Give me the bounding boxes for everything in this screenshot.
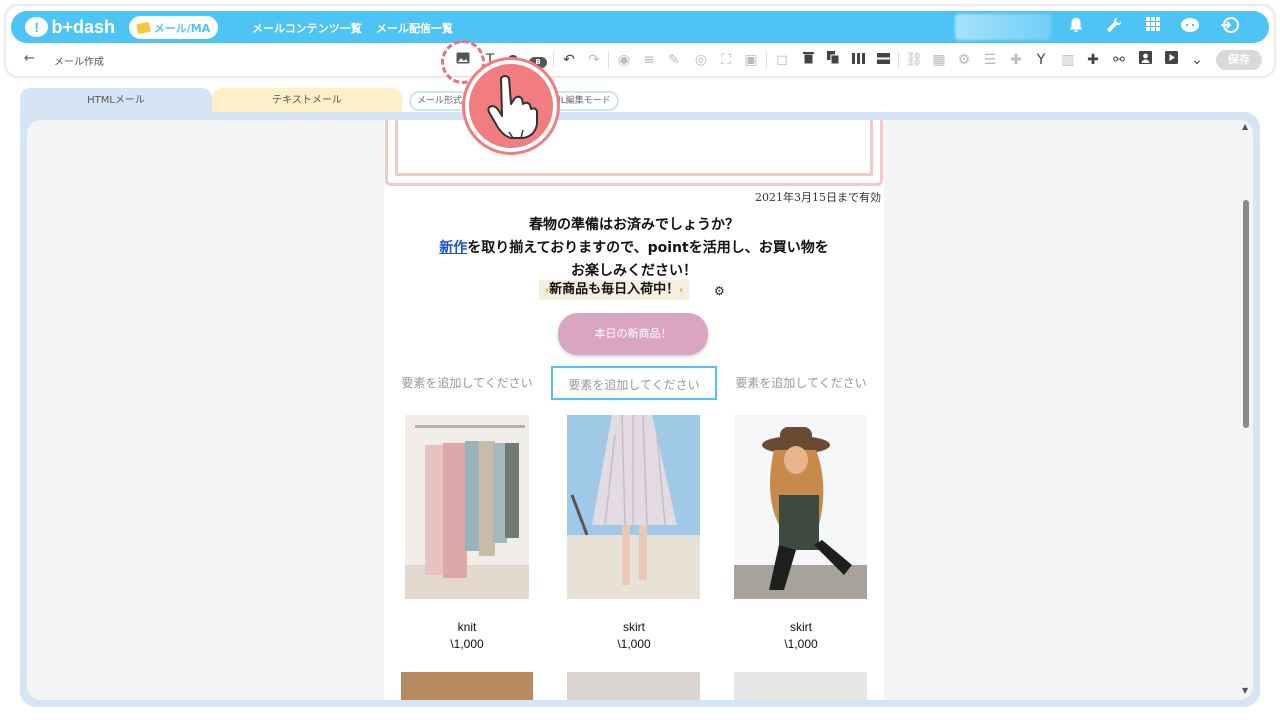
scroll-up-arrow-icon[interactable]: ▲ xyxy=(1242,122,1248,131)
trash-icon[interactable] xyxy=(798,50,818,70)
toolbar-divider xyxy=(608,52,609,68)
editor-canvas: 2021年3月15日まで有効 春物の準備はお済みでしょうか？ 新作を取り揃えてお… xyxy=(27,120,1253,700)
chevron-left-icon: ‹ xyxy=(679,285,684,296)
chevron-down-icon[interactable]: ⌄ xyxy=(1187,50,1207,70)
product-image-row2[interactable] xyxy=(734,672,867,700)
align-icon[interactable]: ≡ xyxy=(639,50,659,70)
scroll-down-arrow-icon[interactable]: ▼ xyxy=(1242,686,1248,695)
profile-card-icon[interactable] xyxy=(1135,50,1155,70)
copy-frame-icon[interactable]: ◻ xyxy=(772,50,792,70)
database-icon[interactable]: ☰ xyxy=(980,50,1000,70)
product-name: skirt xyxy=(623,620,645,634)
columns-icon[interactable] xyxy=(848,50,868,70)
gear-icon[interactable]: ⚙ xyxy=(714,284,725,298)
logout-icon[interactable] xyxy=(1218,16,1240,38)
add-element-placeholder[interactable]: 要素を追加してください xyxy=(718,366,884,400)
link-icon[interactable]: ⛓ xyxy=(904,50,924,70)
email-preview: 2021年3月15日まで有効 春物の準備はお済みでしょうか？ 新作を取り揃えてお… xyxy=(384,120,884,700)
valid-until-text: 2021年3月15日まで有効 xyxy=(755,191,881,204)
product-image-skirt[interactable] xyxy=(567,415,700,599)
user-info-blurred[interactable] xyxy=(955,14,1051,40)
toolbar-divider xyxy=(898,52,899,68)
add-element-placeholder-selected[interactable]: 要素を追加してください xyxy=(551,366,717,400)
tab-text-mail[interactable]: テキストメール xyxy=(212,88,402,114)
vertical-scrollbar[interactable]: ▲ ▼ xyxy=(1239,120,1253,700)
scroll-thumb[interactable] xyxy=(1243,200,1249,428)
play-icon[interactable] xyxy=(1161,50,1181,70)
undo-icon[interactable]: ↶ xyxy=(559,50,579,70)
add-note-icon[interactable]: ✚ xyxy=(1006,50,1026,70)
branch-icon[interactable]: Y xyxy=(1031,50,1051,70)
product-price: \1,000 xyxy=(617,637,651,651)
sub-headline[interactable]: ›新商品も毎日入荷中！‹ xyxy=(539,280,690,300)
product-image-knit[interactable] xyxy=(405,415,529,599)
calendar-icon[interactable]: ▦ xyxy=(929,50,949,70)
headline-line-2: 新作を取り揃えておりますので、pointを活用し、お買い物を xyxy=(384,237,884,257)
logo-icon: ! xyxy=(25,17,49,37)
header-bar: ! b+dash メール/MA メールコンテンツ一覧 メール配信一覧 xyxy=(11,11,1269,43)
header-image-frame[interactable] xyxy=(385,120,883,186)
support-chat-icon[interactable] xyxy=(1179,16,1201,38)
target-icon[interactable]: ◎ xyxy=(691,50,711,70)
logo-text: b+dash xyxy=(51,16,115,37)
pointing-hand-icon xyxy=(465,60,557,152)
wrench-icon[interactable] xyxy=(1103,16,1125,38)
fullscreen-icon[interactable]: ⛶ xyxy=(716,50,736,70)
product-image-skirt-2[interactable] xyxy=(734,415,867,599)
product-image-row2[interactable] xyxy=(567,672,700,700)
apps-grid-icon[interactable] xyxy=(1142,16,1164,38)
product-price: \1,000 xyxy=(450,637,484,651)
editor-frame: 2021年3月15日まで有効 春物の準備はお済みでしょうか？ 新作を取り揃えてお… xyxy=(20,112,1260,707)
sub-headline-text: 新商品も毎日入荷中！ xyxy=(549,282,680,297)
duplicate-icon[interactable] xyxy=(823,50,843,70)
headline-line-3: お楽しみください！ xyxy=(571,263,697,279)
palette-icon[interactable]: ◉ xyxy=(614,50,634,70)
app-window: ! b+dash メール/MA メールコンテンツ一覧 メール配信一覧 ← メール… xyxy=(0,0,1280,720)
link-settings-icon[interactable]: ⚯ xyxy=(1109,50,1129,70)
cta-button[interactable]: 本日の新商品！ xyxy=(558,313,708,355)
bell-icon[interactable] xyxy=(1065,16,1087,38)
product-image-row2[interactable] xyxy=(401,672,533,700)
redo-icon[interactable]: ↷ xyxy=(584,50,604,70)
add-element-placeholder[interactable]: 要素を追加してください xyxy=(384,366,550,400)
add-block-icon[interactable]: ✚ xyxy=(1083,50,1103,70)
envelope-icon xyxy=(135,21,151,34)
toolbar-divider xyxy=(766,52,767,68)
rows-icon[interactable] xyxy=(873,50,893,70)
picture-icon[interactable]: ▣ xyxy=(741,50,761,70)
product-name: knit xyxy=(457,620,477,634)
toolbar-divider xyxy=(553,52,554,68)
module-switcher[interactable]: メール/MA xyxy=(129,16,218,39)
nav-mail-deliveries[interactable]: メール配信一覧 xyxy=(376,20,453,36)
pen-icon[interactable]: ✎ xyxy=(664,50,684,70)
module-label: メール/MA xyxy=(153,21,211,35)
back-arrow-icon[interactable]: ← xyxy=(24,51,35,66)
mail-format-toggle[interactable]: メール形式 xyxy=(409,91,471,111)
headline-line-2-text: を取り揃えておりますので、pointを活用し、お買い物を xyxy=(467,240,829,256)
page-title: メール作成 xyxy=(54,57,104,68)
nav-mail-contents[interactable]: メールコンテンツ一覧 xyxy=(252,20,362,36)
product-name: skirt xyxy=(790,620,812,634)
headline-line-1: 春物の準備はお済みでしょうか？ xyxy=(529,217,739,233)
logo[interactable]: ! b+dash xyxy=(25,16,115,38)
product-price: \1,000 xyxy=(784,637,818,651)
new-arrivals-link[interactable]: 新作 xyxy=(439,240,467,256)
save-button[interactable]: 保存 xyxy=(1216,50,1262,70)
chart-icon[interactable]: ▥ xyxy=(1058,50,1078,70)
editor-toolbar: ← メール作成 T ● B ↶ ↷ ◉ ≡ ✎ ◎ ⛶ ▣ ◻ xyxy=(6,46,1274,74)
settings-gears-icon[interactable]: ⚙ xyxy=(954,50,974,70)
tab-html-mail[interactable]: HTMLメール xyxy=(20,88,212,114)
